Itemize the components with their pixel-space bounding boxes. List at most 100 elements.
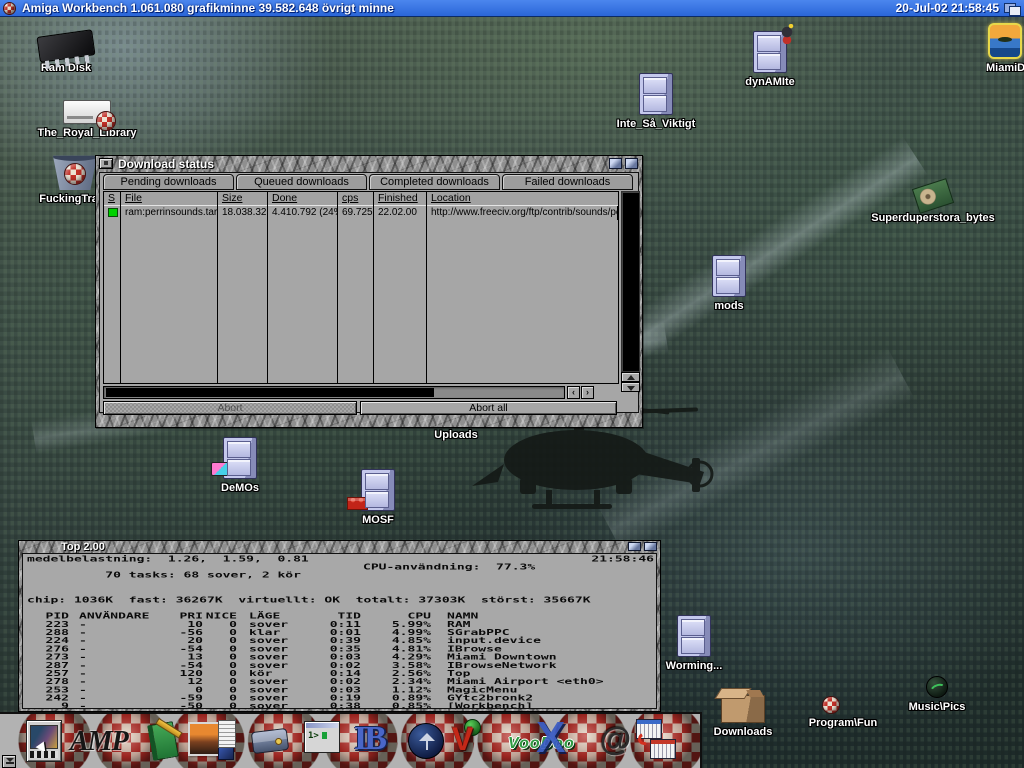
- download-tab[interactable]: Failed downloads: [502, 174, 633, 190]
- dock-icon-label: AMP: [70, 726, 128, 758]
- status-indicator: [108, 208, 118, 217]
- window-title[interactable]: Download status: [118, 157, 214, 171]
- depth-gadget[interactable]: [625, 158, 638, 169]
- top-window-content: medelbelastning: 1.26, 1.59, 0.81 21:58:…: [22, 553, 657, 709]
- table-cell-status[interactable]: [104, 206, 121, 220]
- icon-decoration: [64, 163, 86, 185]
- dock-icon-decoration: [218, 746, 234, 760]
- scroll-up-button[interactable]: [621, 372, 640, 382]
- table-cell-size[interactable]: 18.038.326: [218, 206, 268, 220]
- table-cell-done[interactable]: 4.410.792 (24%): [268, 206, 338, 220]
- desktop-icon-label: Music\Pics: [900, 701, 974, 713]
- desktop-icon-label: Program\Fun: [798, 717, 888, 729]
- dock-icon[interactable]: [26, 720, 62, 762]
- dock-icon[interactable]: [188, 720, 236, 760]
- dock-icon[interactable]: VooDoo X: [508, 720, 600, 764]
- desktop-icon[interactable]: DeMOs: [206, 482, 274, 494]
- desktop-icon[interactable]: dynAMIte: [730, 76, 810, 88]
- column-header[interactable]: Location: [427, 192, 618, 206]
- desktop-icon[interactable]: Inte_Så_Viktigt: [602, 118, 710, 130]
- desktop-icon-label: Worming...: [652, 660, 736, 672]
- iconify-gadget[interactable]: [628, 542, 641, 551]
- dock-icon-label: @: [600, 722, 631, 756]
- desktop-icon[interactable]: Downloads: [704, 726, 782, 738]
- scrollbar-thumb[interactable]: [106, 388, 434, 397]
- desktop-icon-glyph: [712, 255, 746, 297]
- download-status-window: Download status Pending downloads Queued…: [95, 155, 643, 428]
- desktop-icon[interactable]: The_Royal_Library: [12, 127, 162, 139]
- dock-icon[interactable]: [408, 723, 444, 759]
- abort-all-button[interactable]: Abort all: [360, 401, 617, 415]
- window-title[interactable]: Top 2.00: [61, 541, 105, 553]
- desktop-icon[interactable]: Music\Pics: [900, 701, 974, 713]
- table-cell-finished[interactable]: 22.02.00: [374, 206, 427, 220]
- boing-ball-icon: [3, 2, 16, 15]
- column-header[interactable]: S: [104, 192, 121, 206]
- desktop-icon[interactable]: Uploads: [420, 429, 492, 441]
- abort-button[interactable]: Abort: [103, 401, 357, 415]
- download-tab[interactable]: Completed downloads: [369, 174, 500, 190]
- dock-icon-label2: [252, 733, 254, 750]
- screen-title-bar[interactable]: Amiga Workbench 1.061.080 grafikminne 39…: [0, 0, 1024, 17]
- download-tab[interactable]: Queued downloads: [236, 174, 367, 190]
- desktop-icon-glyph: [753, 31, 787, 73]
- desktop-icon-glyph: [926, 676, 948, 698]
- dock-icon-label: 1>: [308, 731, 319, 741]
- desktop-icon-label: MOSF: [350, 514, 406, 526]
- desktop-icon[interactable]: Worming...: [652, 660, 736, 672]
- dock-icon[interactable]: AMP: [70, 726, 128, 758]
- desktop-icon-label: DeMOs: [206, 482, 274, 494]
- close-gadget[interactable]: [99, 158, 113, 169]
- depth-gadget[interactable]: [644, 542, 657, 551]
- desktop-icon-glyph: [223, 437, 257, 479]
- dock-icon-label2: X: [536, 716, 565, 760]
- column-header[interactable]: Size: [218, 192, 268, 206]
- column-header[interactable]: Finished: [374, 192, 427, 206]
- desktop-icon[interactable]: Superduperstora_bytes: [862, 212, 1004, 224]
- top-window: Top 2.00 medelbelastning: 1.26, 1.59, 0.…: [18, 540, 661, 712]
- iconify-gadget[interactable]: [609, 158, 622, 169]
- dock-icon[interactable]: V: [452, 722, 473, 756]
- desktop-icon[interactable]: mods: [700, 300, 758, 312]
- desktop-icon-glyph: [988, 23, 1022, 59]
- column-header[interactable]: Done: [268, 192, 338, 206]
- desktop-icon-label: mods: [700, 300, 758, 312]
- scroll-down-button[interactable]: [621, 382, 640, 392]
- download-window-content: Pending downloads Queued downloads Compl…: [99, 172, 639, 413]
- horizontal-scrollbar[interactable]: [103, 386, 565, 399]
- desktop-icon-label: The_Royal_Library: [12, 127, 162, 139]
- dock-icon[interactable]: IB: [354, 722, 384, 756]
- desktop-icon[interactable]: Program\Fun: [798, 717, 888, 729]
- workbench-screen: Amiga Workbench 1.061.080 grafikminne 39…: [0, 0, 1024, 768]
- dock-icon-decoration: [36, 741, 53, 759]
- table-cell-cps[interactable]: 69.725: [338, 206, 374, 220]
- cpu-usage: CPU-användning: 77.3%: [363, 563, 535, 571]
- screen-depth-gadget[interactable]: [1003, 2, 1021, 15]
- dock-icon-decoration: [636, 731, 651, 746]
- dock-minimize-button[interactable]: [2, 755, 16, 768]
- download-tab[interactable]: Pending downloads: [103, 174, 234, 190]
- column-header[interactable]: File: [121, 192, 218, 206]
- dock-icon[interactable]: [636, 719, 680, 763]
- scroll-left-button[interactable]: ‹: [567, 386, 580, 399]
- icon-decoration: [211, 462, 229, 476]
- dock-icon[interactable]: [147, 721, 179, 761]
- desktop-icon[interactable]: MiamiD: [986, 62, 1024, 74]
- desktop-icon-glyph: [639, 73, 673, 115]
- dock-icon[interactable]: [251, 728, 289, 754]
- scroll-right-button[interactable]: ›: [581, 386, 594, 399]
- desktop-icon-glyph: [63, 100, 111, 124]
- desktop-icon[interactable]: MOSF: [350, 514, 406, 526]
- memory-summary: chip: 1036K fast: 36267K virtuellt: OK t…: [27, 596, 654, 604]
- dock-icon[interactable]: 1>: [304, 721, 340, 753]
- desktop-icon-glyph: [677, 615, 711, 657]
- table-cell-location[interactable]: http://www.freeciv.org/ftp/contrib/sound…: [427, 206, 618, 220]
- dock-icon-label: V: [452, 722, 473, 756]
- desktop-icon[interactable]: Ram Disk: [10, 62, 122, 74]
- column-header[interactable]: cps: [338, 192, 374, 206]
- table-cell-file[interactable]: ram:perrinsounds.tar.gz: [121, 206, 218, 220]
- vertical-scrollbar[interactable]: [621, 191, 640, 372]
- desktop-icon-glyph: [721, 695, 765, 723]
- dock-icon[interactable]: @: [600, 722, 631, 756]
- dock-icon-label2: [152, 726, 155, 743]
